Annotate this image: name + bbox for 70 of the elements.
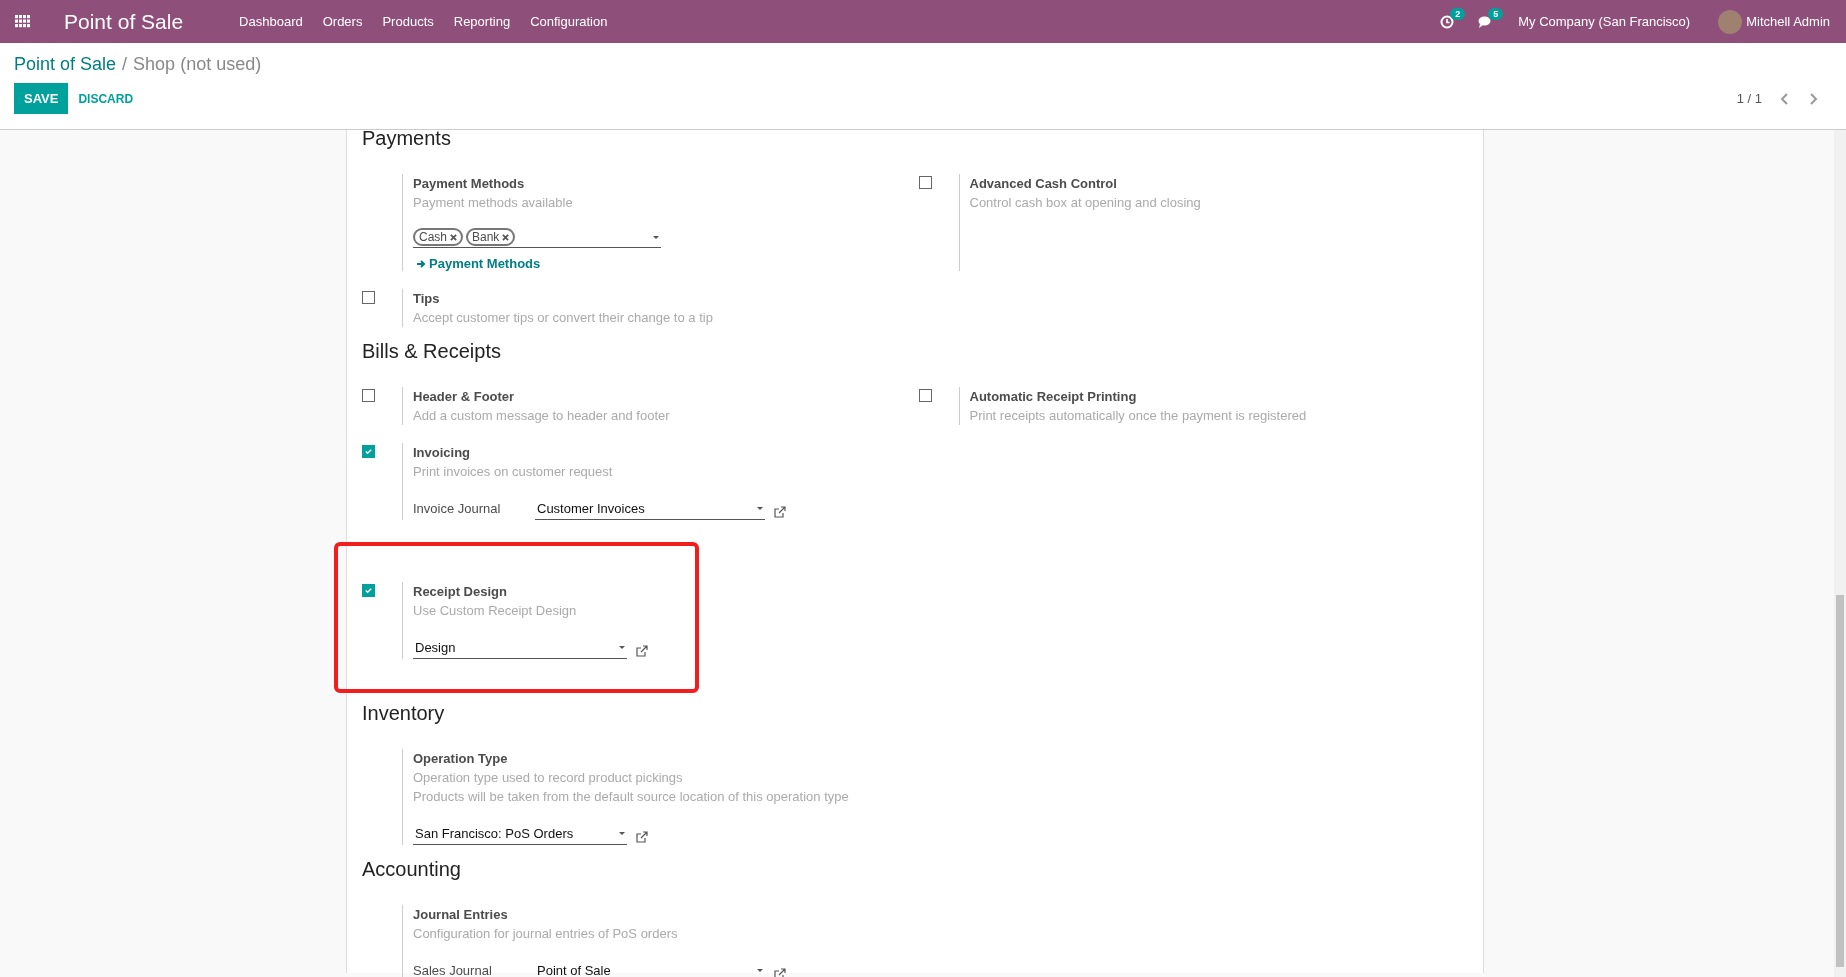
checkmark-icon bbox=[364, 447, 373, 456]
section-title: Accounting bbox=[362, 857, 462, 881]
apps-grid-icon[interactable] bbox=[15, 15, 30, 28]
checkmark-icon bbox=[364, 586, 373, 595]
tags-field[interactable]: Cash Bank bbox=[413, 228, 661, 248]
external-link-icon[interactable] bbox=[636, 645, 648, 657]
setting-description: Payment methods available bbox=[413, 194, 574, 212]
select-field[interactable]: Design bbox=[413, 640, 627, 659]
setting-description: Print invoices on customer request bbox=[413, 463, 614, 481]
menu-item[interactable]: Orders bbox=[322, 14, 363, 29]
remove-icon[interactable] bbox=[502, 233, 510, 241]
remove-icon[interactable] bbox=[450, 233, 457, 241]
checkbox[interactable] bbox=[918, 176, 932, 189]
menu-item[interactable]: Reporting bbox=[453, 14, 511, 29]
setting-label: Invoicing bbox=[413, 444, 472, 462]
setting-description: Add a custom message to header and footer bbox=[413, 407, 670, 425]
caret-icon bbox=[653, 235, 659, 239]
setting-label: Tips bbox=[413, 290, 441, 308]
breadcrumb-current: Shop (not used) bbox=[133, 54, 262, 75]
menu-item[interactable]: Products bbox=[382, 14, 434, 29]
company-switcher[interactable]: My Company (San Francisco) bbox=[1518, 14, 1691, 29]
setting-description: Products will be taken from the default source location of this operation type bbox=[413, 788, 849, 806]
checkbox[interactable] bbox=[362, 584, 375, 597]
section-title: Payments bbox=[362, 130, 452, 150]
setting-description: Print receipts automatically once the payment is registered bbox=[969, 407, 1307, 425]
field-label: Sales Journal bbox=[413, 963, 493, 977]
notification-count: 5 bbox=[1488, 7, 1504, 20]
setting-description: Use Custom Receipt Design bbox=[413, 602, 578, 620]
user-menu[interactable]: Mitchell Admin bbox=[1746, 14, 1830, 29]
next-icon[interactable] bbox=[1808, 91, 1818, 106]
section-title: Bills & Receipts bbox=[362, 339, 502, 363]
clock-icon[interactable] bbox=[1440, 14, 1455, 29]
pager-value: 1 / 1 bbox=[1736, 91, 1762, 106]
tag-label: Bank bbox=[472, 230, 500, 244]
checkbox[interactable] bbox=[918, 389, 932, 402]
save-button[interactable]: SAVE bbox=[14, 83, 69, 114]
select-field[interactable]: Point of Sale bbox=[535, 963, 765, 977]
breadcrumb-separator: / bbox=[122, 54, 128, 75]
payment-methods-link[interactable]: Payment Methods bbox=[416, 256, 661, 271]
section-title: Inventory bbox=[362, 701, 446, 725]
checkbox[interactable] bbox=[362, 291, 375, 304]
setting-label: Operation Type bbox=[413, 750, 509, 768]
menu-item[interactable]: Dashboard bbox=[239, 14, 303, 29]
external-link-icon[interactable] bbox=[774, 506, 786, 518]
previous-icon[interactable] bbox=[1780, 91, 1790, 106]
tag-label: Cash bbox=[419, 230, 447, 244]
select-field[interactable]: Customer Invoices bbox=[535, 501, 765, 520]
setting-label: Payment Methods bbox=[413, 175, 526, 193]
external-link-icon[interactable] bbox=[774, 968, 786, 977]
setting-label: Header & Footer bbox=[413, 388, 516, 406]
checkbox[interactable] bbox=[362, 389, 375, 402]
discard-button[interactable]: DISCARD bbox=[72, 90, 140, 107]
arrow-right-icon bbox=[416, 258, 426, 269]
app-title[interactable]: Point of Sale bbox=[64, 9, 184, 34]
external-link-icon[interactable] bbox=[636, 831, 648, 843]
setting-label: Automatic Receipt Printing bbox=[969, 388, 1138, 406]
setting-description: Accept customer tips or convert their change to a tip bbox=[413, 309, 713, 327]
checkbox[interactable] bbox=[362, 445, 375, 458]
notification-count: 2 bbox=[1450, 7, 1466, 20]
select-field[interactable]: San Francisco: PoS Orders bbox=[413, 826, 627, 845]
setting-description: Control cash box at opening and closing bbox=[969, 194, 1201, 212]
breadcrumb-link[interactable]: Point of Sale bbox=[14, 54, 117, 75]
setting-description: Configuration for journal entries of PoS orders bbox=[413, 925, 679, 943]
setting-label: Advanced Cash Control bbox=[969, 175, 1118, 193]
menu-item[interactable]: Configuration bbox=[530, 14, 608, 29]
setting-description: Operation type used to record product pickings bbox=[413, 769, 684, 787]
field-label: Invoice Journal bbox=[413, 501, 502, 518]
setting-label: Receipt Design bbox=[413, 583, 508, 601]
setting-label: Journal Entries bbox=[413, 906, 509, 924]
scrollbar[interactable] bbox=[1834, 130, 1846, 977]
